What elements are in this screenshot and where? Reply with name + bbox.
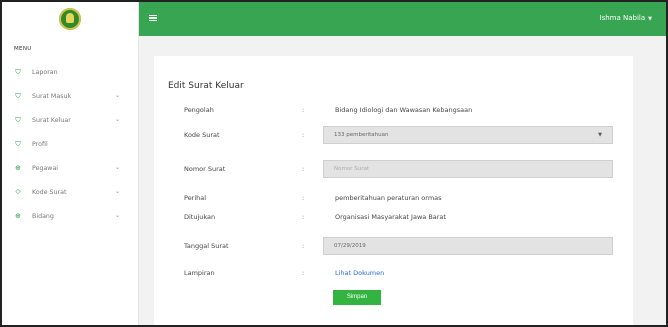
field-colon: : bbox=[302, 194, 305, 202]
page-title: Edit Surat Keluar bbox=[168, 81, 244, 91]
field-label: Kode Surat bbox=[184, 131, 220, 139]
dropdown-arrow-icon: ▼ bbox=[598, 132, 602, 138]
chevron-down-icon: ⌄ bbox=[114, 164, 120, 171]
sidebar-item-label: Kode Surat bbox=[32, 188, 67, 196]
form-row-perihal: Perihal : pemberitahuan peraturan ormas bbox=[184, 189, 624, 207]
edit-form-card: Edit Surat Keluar Pengolah : Bidang Idio… bbox=[154, 56, 633, 325]
hamburger-menu-icon[interactable] bbox=[149, 15, 157, 22]
user-name: Ishma Nabila bbox=[599, 14, 646, 22]
field-label: Pengolah bbox=[184, 106, 214, 114]
nomor-surat-input[interactable]: Nomor Surat bbox=[323, 160, 613, 178]
field-label: Tanggal Surat bbox=[184, 242, 229, 250]
sidebar-item-profil[interactable]: ⛉ Profil bbox=[2, 132, 138, 156]
form-row-nomor-surat: Nomor Surat : Nomor Surat bbox=[184, 160, 624, 178]
top-navbar: Ishma Nabila ▼ bbox=[139, 2, 666, 36]
simpan-button[interactable]: Simpan bbox=[333, 290, 381, 305]
kode-surat-select[interactable]: 133 pemberitahuan ▼ bbox=[323, 126, 613, 144]
pengolah-value: Bidang Idiologi dan Wawasan Kebangsaan bbox=[335, 106, 473, 114]
field-colon: : bbox=[302, 165, 305, 173]
sidebar-item-label: Profil bbox=[32, 140, 48, 148]
sidebar-item-label: Laporan bbox=[32, 68, 58, 76]
field-colon: : bbox=[302, 213, 305, 221]
field-colon: : bbox=[302, 131, 305, 139]
sidebar-item-label: Surat Keluar bbox=[32, 116, 71, 124]
tag-icon: ⛉ bbox=[15, 140, 21, 148]
tanggal-surat-value: 07/29/2019 bbox=[334, 243, 366, 249]
field-colon: : bbox=[302, 106, 305, 114]
logo[interactable] bbox=[59, 8, 81, 30]
tag-icon: ⛉ bbox=[15, 92, 21, 100]
app-frame: MENU ⛉ Laporan ⛉ Surat Masuk ⌄ ⛉ Surat K… bbox=[0, 0, 668, 327]
form-row-ditujukan: Ditujukan : Organisasi Masyarakat Jawa B… bbox=[184, 208, 624, 226]
sidebar-item-label: Surat Masuk bbox=[32, 92, 72, 100]
field-label: Perihal bbox=[184, 194, 207, 202]
field-label: Lampiran bbox=[184, 269, 215, 277]
chevron-down-icon: ⌄ bbox=[114, 188, 120, 195]
nomor-surat-placeholder: Nomor Surat bbox=[334, 166, 369, 172]
menu-title: MENU bbox=[14, 46, 32, 52]
globe-icon: ⊕ bbox=[15, 164, 21, 172]
form-row-tanggal-surat: Tanggal Surat : 07/29/2019 bbox=[184, 237, 624, 255]
form-row-kode-surat: Kode Surat : 133 pemberitahuan ▼ bbox=[184, 126, 624, 144]
tag-icon: ⛉ bbox=[15, 68, 21, 76]
layers-icon: ⟐ bbox=[15, 188, 21, 196]
kode-surat-selected-value: 133 pemberitahuan bbox=[334, 132, 389, 138]
chevron-down-icon: ⌄ bbox=[114, 92, 120, 99]
sidebar: MENU ⛉ Laporan ⛉ Surat Masuk ⌄ ⛉ Surat K… bbox=[2, 2, 139, 325]
tag-icon: ⛉ bbox=[15, 116, 21, 124]
caret-down-icon: ▼ bbox=[648, 16, 652, 22]
sidebar-item-surat-masuk[interactable]: ⛉ Surat Masuk ⌄ bbox=[2, 84, 138, 108]
chevron-down-icon: ⌄ bbox=[114, 116, 120, 123]
sidebar-item-label: Pegawai bbox=[32, 164, 59, 172]
sidebar-item-pegawai[interactable]: ⊕ Pegawai ⌄ bbox=[2, 156, 138, 180]
field-label: Ditujukan bbox=[184, 213, 216, 221]
ditujukan-value[interactable]: Organisasi Masyarakat Jawa Barat bbox=[335, 213, 446, 221]
lihat-dokumen-link[interactable]: Lihat Dokumen bbox=[335, 269, 384, 277]
form-row-pengolah: Pengolah : Bidang Idiologi dan Wawasan K… bbox=[184, 101, 624, 119]
sidebar-item-surat-keluar[interactable]: ⛉ Surat Keluar ⌄ bbox=[2, 108, 138, 132]
sidebar-item-laporan[interactable]: ⛉ Laporan bbox=[2, 60, 138, 84]
user-menu[interactable]: Ishma Nabila ▼ bbox=[600, 14, 653, 22]
form-row-lampiran: Lampiran : Lihat Dokumen bbox=[184, 264, 624, 282]
field-colon: : bbox=[302, 242, 305, 250]
field-label: Nomor Surat bbox=[184, 165, 226, 173]
chevron-down-icon: ⌄ bbox=[114, 212, 120, 219]
globe-icon: ⊕ bbox=[15, 212, 21, 220]
logo-area bbox=[2, 2, 138, 36]
tanggal-surat-input[interactable]: 07/29/2019 bbox=[323, 237, 613, 255]
field-colon: : bbox=[302, 269, 305, 277]
sidebar-item-kode-surat[interactable]: ⟐ Kode Surat ⌄ bbox=[2, 180, 138, 204]
perihal-value[interactable]: pemberitahuan peraturan ormas bbox=[335, 194, 442, 202]
sidebar-item-label: Bidang bbox=[32, 212, 54, 220]
sidebar-item-bidang[interactable]: ⊕ Bidang ⌄ bbox=[2, 204, 138, 228]
